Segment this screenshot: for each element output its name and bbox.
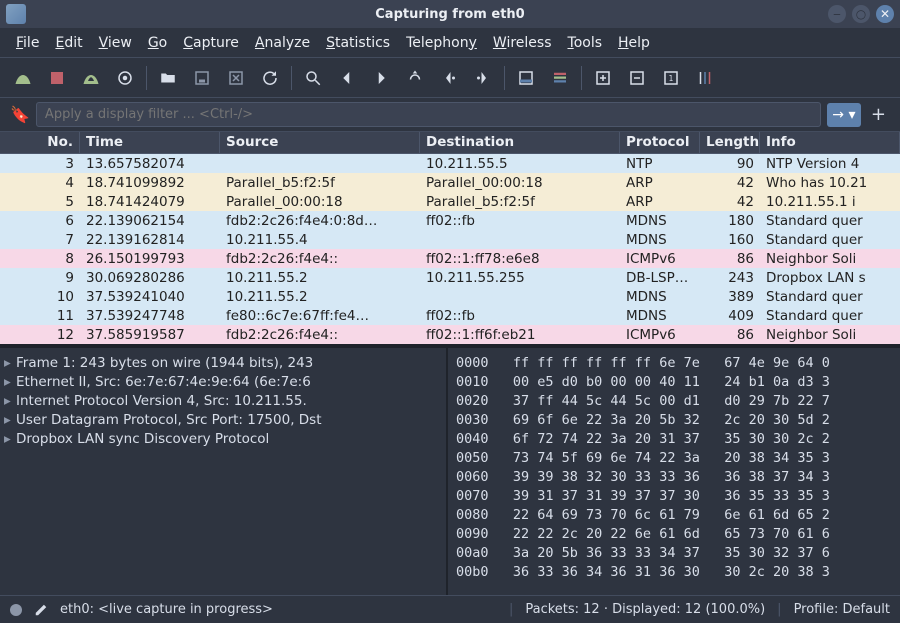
packet-row[interactable]: 826.150199793fdb2:2c26:f4e4::ff02::1:ff7… (0, 249, 900, 268)
zoom-in-icon[interactable] (590, 65, 616, 91)
packet-list-header[interactable]: No. Time Source Destination Protocol Len… (0, 132, 900, 154)
col-header-info[interactable]: Info (760, 132, 900, 153)
capture-indicator-icon (10, 604, 22, 616)
expand-arrow-icon[interactable]: ▸ (4, 430, 16, 449)
menu-capture[interactable]: Capture (177, 31, 245, 55)
separator (581, 66, 582, 90)
go-first-icon[interactable] (436, 65, 462, 91)
capture-options-icon[interactable] (112, 65, 138, 91)
menu-telephony[interactable]: Telephony (400, 31, 483, 55)
tree-item[interactable]: ▸Frame 1: 243 bytes on wire (1944 bits),… (4, 354, 442, 373)
separator (291, 66, 292, 90)
packet-row[interactable]: 622.139062154fdb2:2c26:f4e4:0:8d…ff02::f… (0, 211, 900, 230)
menu-file[interactable]: File (10, 31, 45, 55)
jump-icon[interactable] (402, 65, 428, 91)
packet-row[interactable]: 722.13916281410.211.55.4MDNS160Standard … (0, 230, 900, 249)
edit-icon[interactable] (34, 603, 48, 617)
menu-analyze[interactable]: Analyze (249, 31, 316, 55)
status-profile-text[interactable]: Profile: Default (794, 602, 890, 617)
add-filter-button[interactable]: + (867, 104, 890, 125)
filter-bar: 🔖 → ▾ + (0, 98, 900, 132)
tree-item[interactable]: ▸Dropbox LAN sync Discovery Protocol (4, 430, 442, 449)
app-icon (6, 4, 26, 24)
menu-go[interactable]: Go (142, 31, 173, 55)
tree-item[interactable]: ▸User Datagram Protocol, Src Port: 17500… (4, 411, 442, 430)
col-header-no[interactable]: No. (0, 132, 80, 153)
display-filter-input[interactable] (36, 102, 821, 127)
bookmark-icon[interactable]: 🔖 (10, 105, 30, 124)
tree-item[interactable]: ▸Internet Protocol Version 4, Src: 10.21… (4, 392, 442, 411)
resize-columns-icon[interactable] (692, 65, 718, 91)
col-header-source[interactable]: Source (220, 132, 420, 153)
auto-scroll-icon[interactable] (513, 65, 539, 91)
col-header-time[interactable]: Time (80, 132, 220, 153)
close-button[interactable]: ✕ (876, 5, 894, 23)
zoom-reset-icon[interactable]: 1 (658, 65, 684, 91)
apply-filter-button[interactable]: → ▾ (827, 103, 861, 127)
menubar: File Edit View Go Capture Analyze Statis… (0, 28, 900, 58)
menu-tools[interactable]: Tools (562, 31, 609, 55)
packet-rows: 313.65758207410.211.55.5NTP90NTP Version… (0, 154, 900, 344)
expand-arrow-icon[interactable]: ▸ (4, 392, 16, 411)
packet-bytes-hex[interactable]: 0000 ff ff ff ff ff ff 6e 7e 67 4e 9e 64… (448, 348, 900, 595)
separator (146, 66, 147, 90)
status-capture-text: eth0: <live capture in progress> (60, 602, 497, 617)
packet-row[interactable]: 518.741424079Parallel_00:00:18Parallel_b… (0, 192, 900, 211)
zoom-out-icon[interactable] (624, 65, 650, 91)
col-header-protocol[interactable]: Protocol (620, 132, 700, 153)
open-file-icon[interactable] (155, 65, 181, 91)
toolbar: 1 (0, 58, 900, 98)
statusbar: eth0: <live capture in progress> | Packe… (0, 595, 900, 623)
reload-icon[interactable] (257, 65, 283, 91)
menu-wireless[interactable]: Wireless (487, 31, 558, 55)
packet-row[interactable]: 1037.53924104010.211.55.2MDNS389Standard… (0, 287, 900, 306)
tree-item[interactable]: ▸Ethernet II, Src: 6e:7e:67:4e:9e:64 (6e… (4, 373, 442, 392)
maximize-button[interactable]: ○ (852, 5, 870, 23)
restart-capture-icon[interactable] (78, 65, 104, 91)
window-title: Capturing from eth0 (0, 7, 900, 22)
titlebar: Capturing from eth0 ‒ ○ ✕ (0, 0, 900, 28)
packet-details-tree[interactable]: ▸Frame 1: 243 bytes on wire (1944 bits),… (0, 348, 448, 595)
packet-row[interactable]: 313.65758207410.211.55.5NTP90NTP Version… (0, 154, 900, 173)
expand-arrow-icon[interactable]: ▸ (4, 411, 16, 430)
close-file-icon[interactable] (223, 65, 249, 91)
save-file-icon[interactable] (189, 65, 215, 91)
packet-row[interactable]: 1137.539247748fe80::6c7e:67ff:fe4…ff02::… (0, 306, 900, 325)
colorize-icon[interactable] (547, 65, 573, 91)
separator: | (509, 602, 513, 617)
separator (504, 66, 505, 90)
minimize-button[interactable]: ‒ (828, 5, 846, 23)
packet-row[interactable]: 418.741099892Parallel_b5:f2:5fParallel_0… (0, 173, 900, 192)
menu-statistics[interactable]: Statistics (320, 31, 396, 55)
separator: | (777, 602, 781, 617)
start-capture-icon[interactable] (10, 65, 36, 91)
packet-list[interactable]: No. Time Source Destination Protocol Len… (0, 132, 900, 346)
back-icon[interactable] (334, 65, 360, 91)
go-last-icon[interactable] (470, 65, 496, 91)
forward-icon[interactable] (368, 65, 394, 91)
col-header-length[interactable]: Length (700, 132, 760, 153)
menu-help[interactable]: Help (612, 31, 656, 55)
menu-view[interactable]: View (93, 31, 138, 55)
lower-panes: ▸Frame 1: 243 bytes on wire (1944 bits),… (0, 346, 900, 595)
packet-row[interactable]: 1237.585919587fdb2:2c26:f4e4::ff02::1:ff… (0, 325, 900, 344)
expand-arrow-icon[interactable]: ▸ (4, 354, 16, 373)
expand-arrow-icon[interactable]: ▸ (4, 373, 16, 392)
col-header-destination[interactable]: Destination (420, 132, 620, 153)
packet-row[interactable]: 930.06928028610.211.55.210.211.55.255DB-… (0, 268, 900, 287)
status-packets-text: Packets: 12 · Displayed: 12 (100.0%) (525, 602, 765, 617)
menu-edit[interactable]: Edit (49, 31, 88, 55)
find-icon[interactable] (300, 65, 326, 91)
stop-capture-icon[interactable] (44, 65, 70, 91)
window-buttons: ‒ ○ ✕ (828, 5, 894, 23)
svg-text:1: 1 (669, 74, 674, 83)
